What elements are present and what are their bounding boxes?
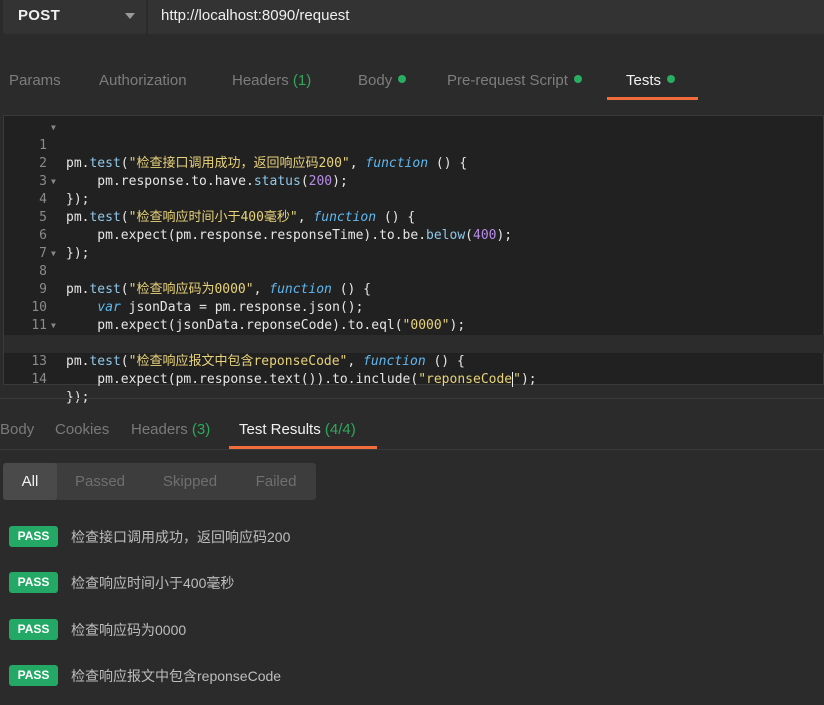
modified-dot-icon <box>398 75 407 84</box>
tab-label: Authorization <box>99 72 187 89</box>
code-line: 3 }); <box>4 155 824 207</box>
results-filter: All Passed Skipped Failed <box>3 463 316 500</box>
tab-label: Headers <box>131 421 188 438</box>
modified-dot-icon <box>573 75 582 84</box>
modified-dot-icon <box>667 75 676 84</box>
divider <box>0 398 824 399</box>
response-tab-cookies[interactable]: Cookies <box>55 421 109 438</box>
code-line: 5 pm.expect(pm.response.responseTime).to… <box>4 191 824 243</box>
pass-badge: PASS <box>9 665 58 686</box>
tab-label: Tests <box>626 72 662 89</box>
test-result-row: PASS 检查接口调用成功，返回响应码200 <box>9 526 789 550</box>
fold-arrow-icon[interactable]: ▼ <box>51 119 56 137</box>
url-text: http://localhost:8090/request <box>161 7 350 24</box>
code-line: 4 ▼ pm.test("检查响应时间小于400毫秒", function () … <box>4 173 824 225</box>
pass-badge: PASS <box>9 572 58 593</box>
code-line-active: 13 pm.expect(pm.response.text()).to.incl… <box>4 335 824 387</box>
tab-pre-request-script[interactable]: Pre-request Script <box>447 72 582 89</box>
code-line: 14 }); <box>4 353 824 405</box>
test-name: 检查响应报文中包含reponseCode <box>71 668 282 684</box>
request-bar: POST http://localhost:8090/request <box>0 0 824 38</box>
code-line: 12▼ pm.test("检查响应报文中包含reponseCode", func… <box>4 317 824 369</box>
method-select[interactable]: POST <box>3 0 146 34</box>
url-input[interactable]: http://localhost:8090/request <box>148 0 824 34</box>
test-name: 检查响应时间小于400毫秒 <box>71 575 235 591</box>
code-line: 11 }); <box>4 299 824 351</box>
tab-label: Test Results <box>239 421 321 438</box>
filter-passed[interactable]: Passed <box>60 463 140 500</box>
pass-badge: PASS <box>9 526 58 547</box>
response-tab-headers[interactable]: Headers (3) <box>131 421 210 438</box>
test-result-row: PASS 检查响应码为0000 <box>9 619 789 643</box>
tests-code-editor[interactable]: 1 ▼ pm.test("检查接口调用成功，返回响应码200", function… <box>3 115 824 405</box>
test-name: 检查响应码为0000 <box>71 622 187 638</box>
pass-badge: PASS <box>9 619 58 640</box>
tab-label: Params <box>9 72 61 89</box>
code-line: 6 }); <box>4 209 824 261</box>
fold-arrow-icon[interactable]: ▼ <box>51 173 56 191</box>
code-line: 10 pm.expect(jsonData.reponseCode).to.eq… <box>4 281 824 333</box>
filter-skipped[interactable]: Skipped <box>146 463 234 500</box>
response-tab-body[interactable]: Body <box>0 421 34 438</box>
code-line: 1 ▼ pm.test("检查接口调用成功，返回响应码200", function… <box>4 119 824 171</box>
test-name: 检查接口调用成功，返回响应码200 <box>71 529 291 545</box>
code-text: pm.expect(pm.response.text()).to.include… <box>66 372 537 387</box>
chevron-down-icon <box>125 13 135 19</box>
fold-arrow-icon[interactable]: ▼ <box>51 245 56 263</box>
code-line: 7 <box>4 227 824 261</box>
tab-count: (1) <box>292 72 312 89</box>
tab-headers[interactable]: Headers (1) <box>232 72 311 89</box>
filter-all[interactable]: All <box>3 463 57 500</box>
line-number: 14 <box>31 372 47 387</box>
tab-count: (4/4) <box>324 421 356 438</box>
active-tab-indicator <box>607 97 698 100</box>
tab-label: Cookies <box>55 421 110 438</box>
test-result-row: PASS 检查响应时间小于400毫秒 <box>9 572 789 596</box>
divider <box>0 449 824 450</box>
tab-body[interactable]: Body <box>358 72 407 89</box>
tab-tests[interactable]: Tests <box>626 72 676 89</box>
tab-label: Body <box>358 72 393 89</box>
request-tabs: Params Authorization Headers (1) Body Pr… <box>0 62 824 102</box>
test-result-row: PASS 检查响应报文中包含reponseCode <box>9 665 789 689</box>
method-label: POST <box>18 7 61 24</box>
fold-arrow-icon[interactable]: ▼ <box>51 317 56 335</box>
tab-params[interactable]: Params <box>9 72 61 89</box>
code-line: 9 var jsonData = pm.response.json(); <box>4 263 824 315</box>
tab-label: Body <box>0 421 35 438</box>
response-tab-test-results[interactable]: Test Results (4/4) <box>239 421 356 438</box>
filter-failed[interactable]: Failed <box>237 463 315 500</box>
code-line: 8 ▼ pm.test("检查响应码为0000", function () { <box>4 245 824 297</box>
tab-label: Headers <box>232 72 289 89</box>
tab-count: (3) <box>191 421 211 438</box>
text-cursor <box>512 372 514 387</box>
tab-label: Pre-request Script <box>447 72 568 89</box>
code-line: 2 pm.response.to.have.status(200); <box>4 137 824 189</box>
tab-authorization[interactable]: Authorization <box>99 72 187 89</box>
